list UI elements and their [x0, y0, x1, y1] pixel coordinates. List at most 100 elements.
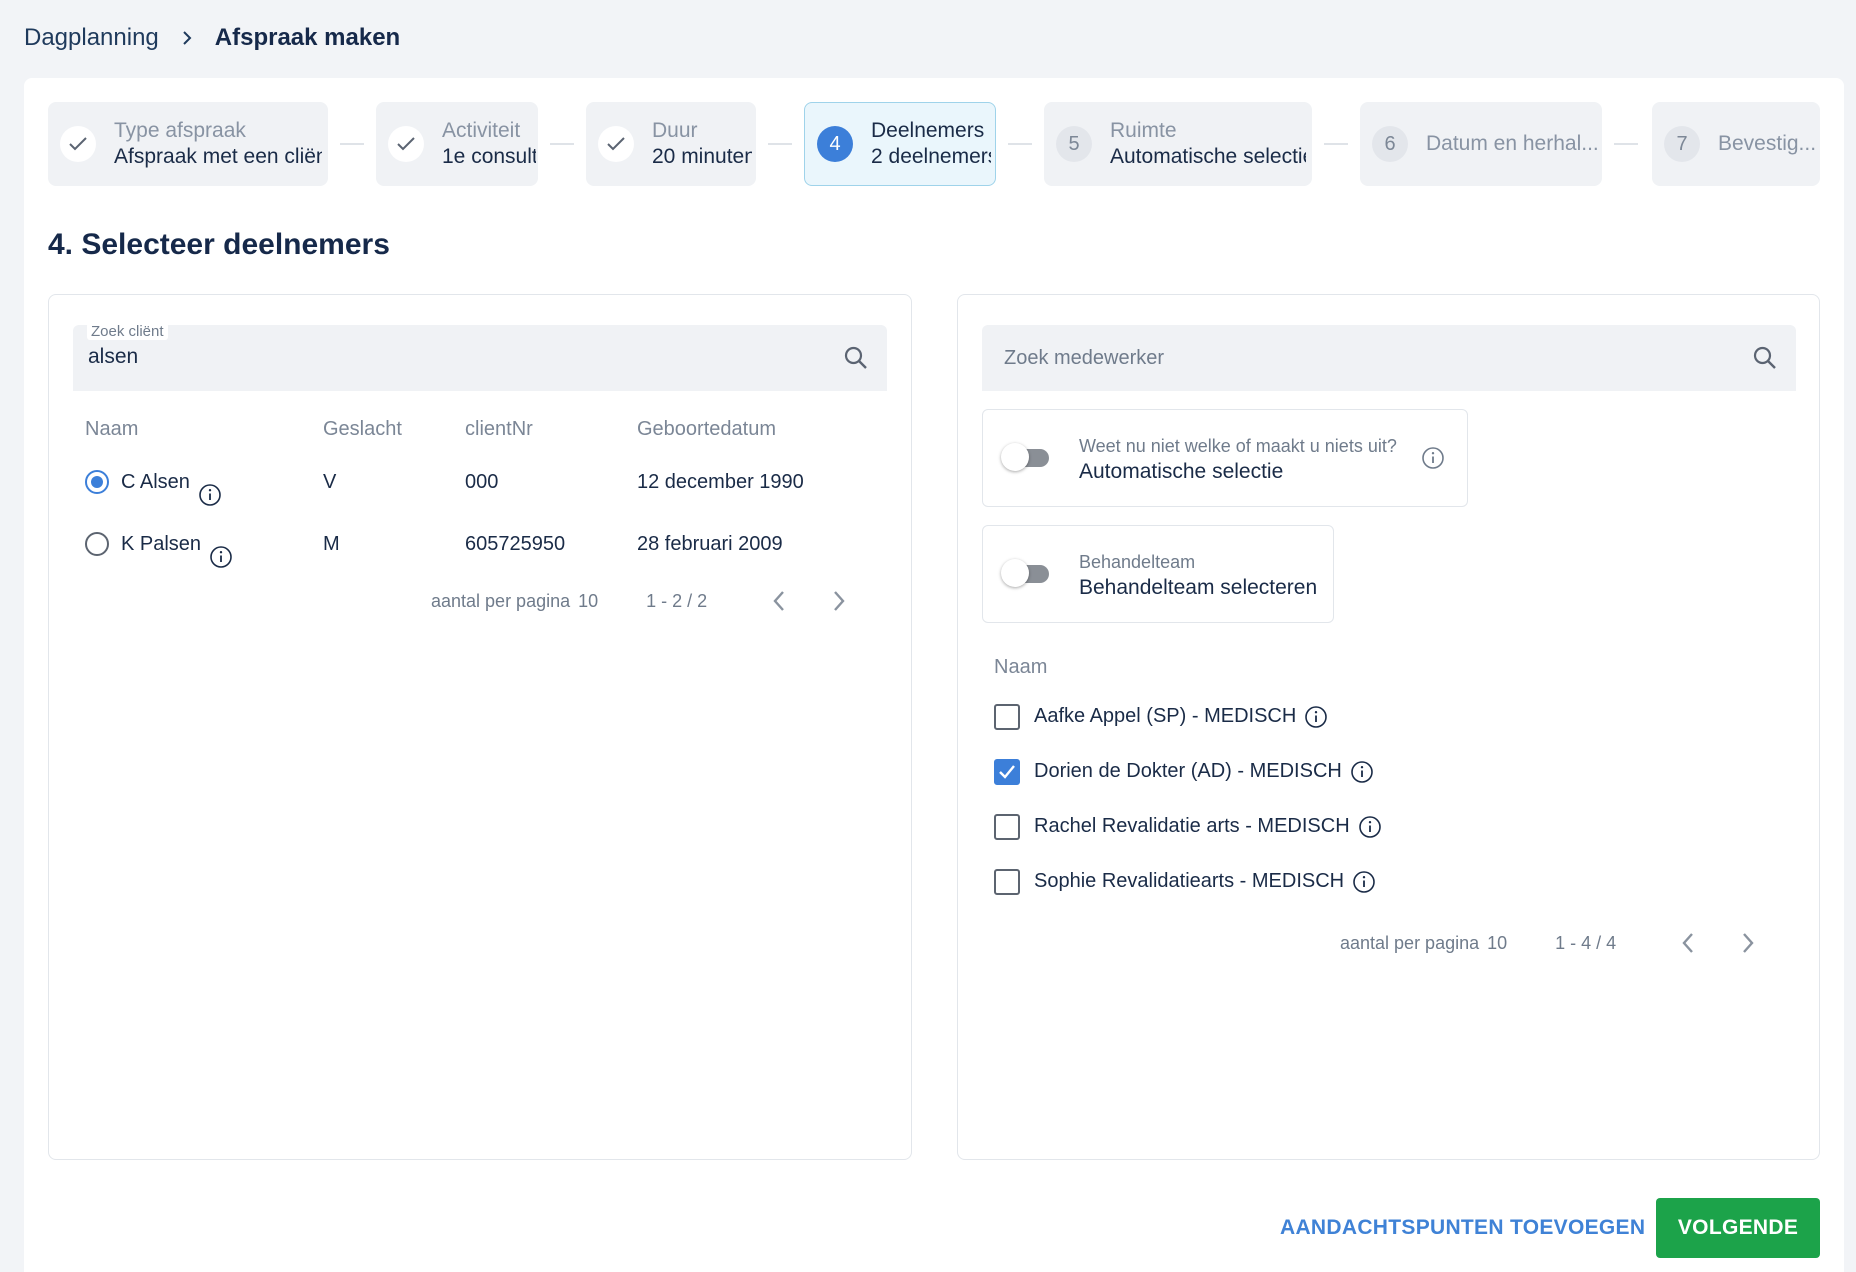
- next-button[interactable]: VOLGENDE: [1656, 1198, 1820, 1258]
- client-name-cell: K Palsen: [85, 513, 233, 575]
- list-item[interactable]: Rachel Revalidatie arts - MEDISCH: [994, 799, 1694, 854]
- step-value: 20 minuten: [652, 145, 752, 168]
- client-radio[interactable]: [85, 470, 109, 494]
- step-connector: [768, 143, 792, 145]
- step-label: Ruimte: [1110, 119, 1177, 142]
- client-table-header: Naam Geslacht clientNr Geboortedatum: [85, 407, 885, 451]
- employee-name: Dorien de Dokter (AD) - MEDISCH: [1034, 760, 1342, 782]
- info-icon[interactable]: [1352, 870, 1376, 894]
- step-value: Automatische selectie: [1110, 145, 1306, 168]
- client-radio[interactable]: [85, 532, 109, 556]
- client-pagination: aantal per pagina 10 1 - 2 / 2: [431, 581, 853, 621]
- client-search-input[interactable]: Zoek cliënt alsen: [73, 323, 887, 391]
- table-row[interactable]: C Alsen V 000 12 december 1990: [85, 451, 885, 513]
- chevron-left-icon[interactable]: [1674, 929, 1702, 957]
- check-icon: [999, 764, 1015, 779]
- employee-search-input[interactable]: Zoek medewerker: [982, 325, 1796, 391]
- col-naam: Naam: [85, 418, 139, 440]
- client-geboortedatum: 28 februari 2009: [637, 533, 783, 555]
- breadcrumb-dagplanning[interactable]: Dagplanning: [24, 24, 159, 52]
- auto-select-toggle[interactable]: [1001, 442, 1055, 472]
- list-item[interactable]: Sophie Revalidatiearts - MEDISCH: [994, 854, 1694, 909]
- step-label: Duur: [652, 119, 698, 142]
- chevron-left-icon[interactable]: [765, 587, 793, 615]
- step-connector: [550, 143, 574, 145]
- chevron-right-icon[interactable]: [825, 587, 853, 615]
- info-icon[interactable]: [209, 532, 233, 568]
- list-item[interactable]: Dorien de Dokter (AD) - MEDISCH: [994, 744, 1694, 799]
- team-select-value: Behandelteam selecteren: [1079, 576, 1318, 599]
- client-name: K Palsen: [121, 533, 202, 555]
- appointment-card: Type afspraak Afspraak met een cliënt Ac…: [24, 78, 1844, 1272]
- chevron-right-icon[interactable]: [1734, 929, 1762, 957]
- client-geslacht: V: [323, 471, 337, 493]
- per-page[interactable]: aantal per pagina 10: [1340, 933, 1507, 954]
- team-select-card: Behandelteam Behandelteam selecteren: [982, 525, 1334, 623]
- step-connector: [1324, 143, 1348, 145]
- per-page-value: 10: [1487, 932, 1508, 953]
- step-label: Datum en herhal...: [1426, 132, 1599, 155]
- step-number: 5: [1056, 126, 1092, 162]
- check-icon: [598, 126, 634, 162]
- chevron-right-icon: [181, 29, 193, 47]
- step-number: 7: [1664, 126, 1700, 162]
- step-number: 6: [1372, 126, 1408, 162]
- client-table: Naam Geslacht clientNr Geboortedatum C A…: [85, 407, 885, 575]
- step-label: Bevestig...: [1718, 132, 1817, 155]
- employee-name: Sophie Revalidatiearts - MEDISCH: [1034, 870, 1345, 892]
- employee-checkbox[interactable]: [994, 868, 1020, 895]
- client-search-label: Zoek cliënt: [87, 323, 168, 340]
- client-geslacht: M: [323, 533, 340, 555]
- breadcrumb-current: Afspraak maken: [214, 24, 401, 51]
- step-value: 1e consult: [442, 145, 536, 168]
- info-icon[interactable]: [1358, 815, 1382, 839]
- employee-name: Rachel Revalidatie arts - MEDISCH: [1034, 815, 1350, 837]
- auto-select-card: Weet nu niet welke of maakt u niets uit?…: [982, 409, 1468, 507]
- employee-checkbox[interactable]: [994, 703, 1020, 730]
- client-name: C Alsen: [121, 471, 190, 493]
- info-icon[interactable]: [1421, 446, 1445, 475]
- step-label: Type afspraak: [114, 119, 246, 142]
- list-item[interactable]: Aafke Appel (SP) - MEDISCH: [994, 689, 1694, 744]
- info-icon[interactable]: [1304, 705, 1328, 729]
- team-select-toggle[interactable]: [1001, 558, 1055, 588]
- col-geslacht: Geslacht: [323, 418, 402, 440]
- employee-checkbox[interactable]: [994, 813, 1020, 840]
- per-page-value: 10: [578, 590, 599, 611]
- step-duur[interactable]: Duur 20 minuten: [586, 102, 756, 186]
- search-icon[interactable]: [1752, 345, 1778, 371]
- add-attention-points-button[interactable]: AANDACHTSPUNTEN TOEVOEGEN: [1280, 1216, 1645, 1240]
- client-name-cell: C Alsen: [85, 451, 222, 513]
- client-nr: 000: [465, 471, 499, 493]
- employee-search-placeholder: Zoek medewerker: [1004, 347, 1165, 369]
- client-geboortedatum: 12 december 1990: [637, 471, 804, 493]
- employee-checkbox[interactable]: [994, 758, 1020, 785]
- table-row[interactable]: K Palsen M 605725950 28 februari 2009: [85, 513, 885, 575]
- step-datum[interactable]: 6 Datum en herhal...: [1360, 102, 1602, 186]
- client-search-value[interactable]: alsen: [88, 345, 138, 369]
- step-activiteit[interactable]: Activiteit 1e consult: [376, 102, 538, 186]
- per-page[interactable]: aantal per pagina 10: [431, 591, 598, 612]
- step-connector: [1008, 143, 1032, 145]
- check-icon: [60, 126, 96, 162]
- employee-panel: Zoek medewerker Weet nu niet welke of ma…: [957, 294, 1820, 1160]
- step-ruimte[interactable]: 5 Ruimte Automatische selectie: [1044, 102, 1312, 186]
- page-range: 1 - 2 / 2: [646, 590, 708, 611]
- search-icon[interactable]: [843, 345, 869, 371]
- page-range: 1 - 4 / 4: [1555, 932, 1617, 953]
- employee-pagination: aantal per pagina 10 1 - 4 / 4: [1340, 923, 1762, 963]
- col-clientnr: clientNr: [465, 418, 533, 440]
- info-icon[interactable]: [1350, 760, 1374, 784]
- step-type-afspraak[interactable]: Type afspraak Afspraak met een cliënt: [48, 102, 328, 186]
- step-label: Deelnemers: [871, 119, 985, 142]
- info-icon[interactable]: [198, 470, 222, 506]
- step-label: Activiteit: [442, 119, 521, 142]
- client-panel: Zoek cliënt alsen Naam Geslacht clientNr…: [48, 294, 912, 1160]
- stepper: Type afspraak Afspraak met een cliënt Ac…: [48, 102, 1820, 186]
- step-deelnemers[interactable]: 4 Deelnemers 2 deelnemers: [804, 102, 996, 186]
- step-bevestiging[interactable]: 7 Bevestig...: [1652, 102, 1820, 186]
- step-value: 2 deelnemers: [871, 145, 991, 168]
- per-page-label: aantal per pagina: [431, 590, 571, 611]
- check-icon: [388, 126, 424, 162]
- step-connector: [340, 143, 364, 145]
